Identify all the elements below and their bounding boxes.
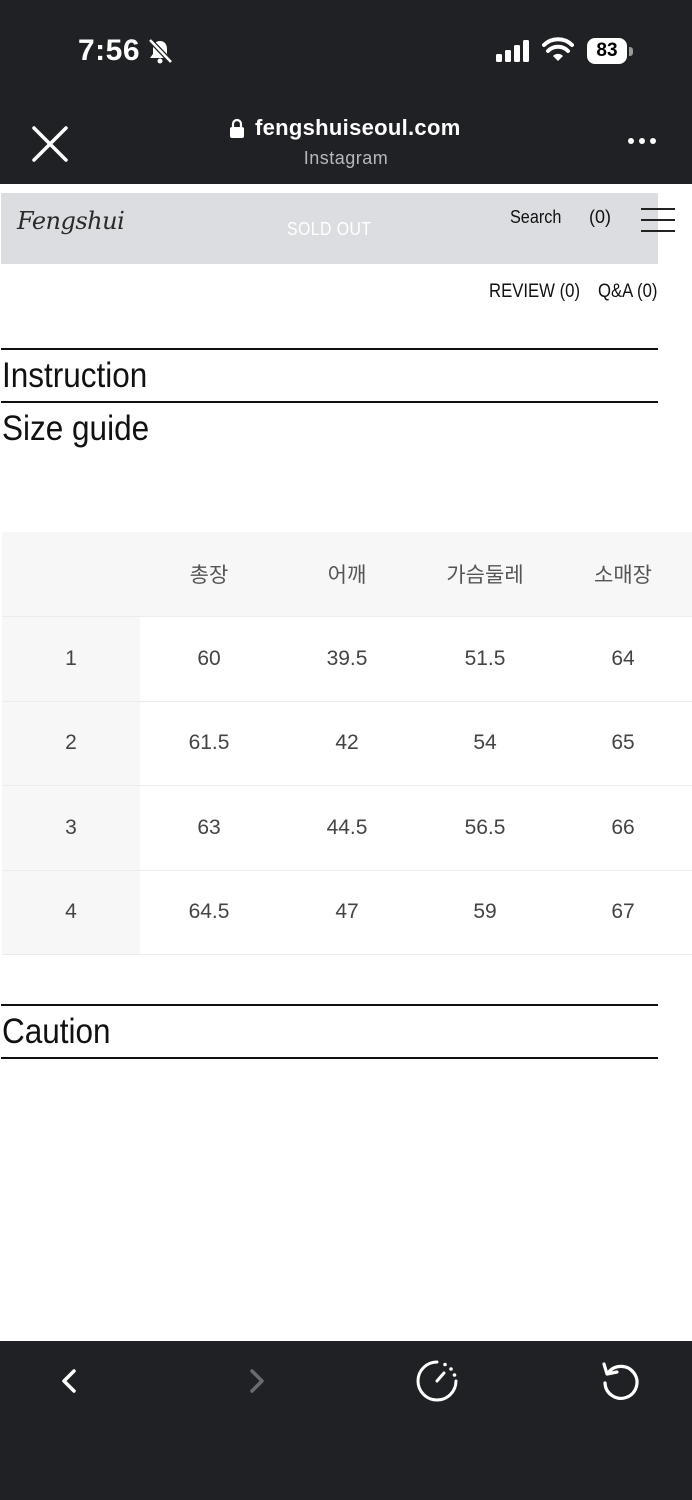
bell-slash-icon <box>148 38 173 64</box>
caution-heading[interactable]: Caution <box>2 1012 111 1052</box>
site-logo[interactable]: Fengshui <box>17 207 125 235</box>
battery-level: 83 <box>587 38 627 64</box>
table-cell: 51.5 <box>416 616 554 702</box>
divider <box>1 1057 658 1059</box>
table-cell: 47 <box>278 870 416 955</box>
battery-icon: 83 <box>587 38 633 64</box>
table-cell: 39.5 <box>278 616 416 702</box>
source-label: Instagram <box>303 148 389 168</box>
divider <box>1 1004 658 1006</box>
size-label: 2 <box>2 701 140 786</box>
table-cell: 66 <box>554 785 692 871</box>
size-guide-heading[interactable]: Size guide <box>2 409 149 449</box>
battery-cap <box>629 47 633 56</box>
browser-toolbar <box>0 1341 692 1500</box>
more-icon[interactable] <box>626 138 658 148</box>
lock-icon <box>230 118 244 138</box>
status-bar: 7:56 83 <box>0 0 692 100</box>
table-cell: 56.5 <box>416 785 554 871</box>
table-header-cell <box>2 532 140 617</box>
table-cell: 54 <box>416 701 554 786</box>
status-time: 7:56 <box>78 34 141 67</box>
size-table: 총장 어깨 가슴둘레 소매장 1 60 39.5 51.5 64 2 61.5 … <box>2 532 692 955</box>
table-header-cell: 소매장 <box>554 532 692 617</box>
forward-icon[interactable] <box>234 1359 278 1403</box>
table-cell: 65 <box>554 701 692 786</box>
table-cell: 44.5 <box>278 785 416 871</box>
table-row: 3 63 44.5 56.5 66 <box>2 785 692 871</box>
qa-tab[interactable]: Q&A (0) <box>598 281 657 303</box>
signal-icon <box>496 40 529 62</box>
table-header-row: 총장 어깨 가슴둘레 소매장 <box>2 532 692 617</box>
table-row: 1 60 39.5 51.5 64 <box>2 616 692 702</box>
table-header-cell: 총장 <box>140 532 278 617</box>
table-cell: 64 <box>554 616 692 702</box>
divider <box>1 401 658 403</box>
table-cell: 63 <box>140 785 278 871</box>
table-header-cell: 어깨 <box>278 532 416 617</box>
table-cell: 64.5 <box>140 870 278 955</box>
table-header-cell: 가슴둘레 <box>416 532 554 617</box>
size-label: 1 <box>2 616 140 702</box>
search-link[interactable]: Search <box>510 207 561 228</box>
browser-header: fengshuiseoul.com Instagram <box>0 100 692 184</box>
table-cell: 42 <box>278 701 416 786</box>
hamburger-icon[interactable] <box>641 208 677 232</box>
table-cell: 60 <box>140 616 278 702</box>
instruction-heading[interactable]: Instruction <box>2 356 147 396</box>
table-cell: 67 <box>554 870 692 955</box>
back-icon[interactable] <box>48 1359 92 1403</box>
site-header: Fengshui SOLD OUT Search (0) <box>1 193 675 264</box>
table-cell: 61.5 <box>140 701 278 786</box>
reload-icon[interactable] <box>598 1359 642 1403</box>
wifi-icon <box>542 37 574 61</box>
table-cell: 59 <box>416 870 554 955</box>
url-text[interactable]: fengshuiseoul.com <box>255 115 461 141</box>
sold-out-label: SOLD OUT <box>287 219 372 239</box>
review-tab[interactable]: REVIEW (0) <box>489 281 580 303</box>
table-row: 4 64.5 47 59 67 <box>2 870 692 955</box>
divider <box>1 348 658 350</box>
table-row: 2 61.5 42 54 65 <box>2 701 692 786</box>
size-label: 3 <box>2 785 140 871</box>
speed-icon[interactable] <box>415 1359 459 1403</box>
size-label: 4 <box>2 870 140 955</box>
cart-count[interactable]: (0) <box>589 207 611 228</box>
